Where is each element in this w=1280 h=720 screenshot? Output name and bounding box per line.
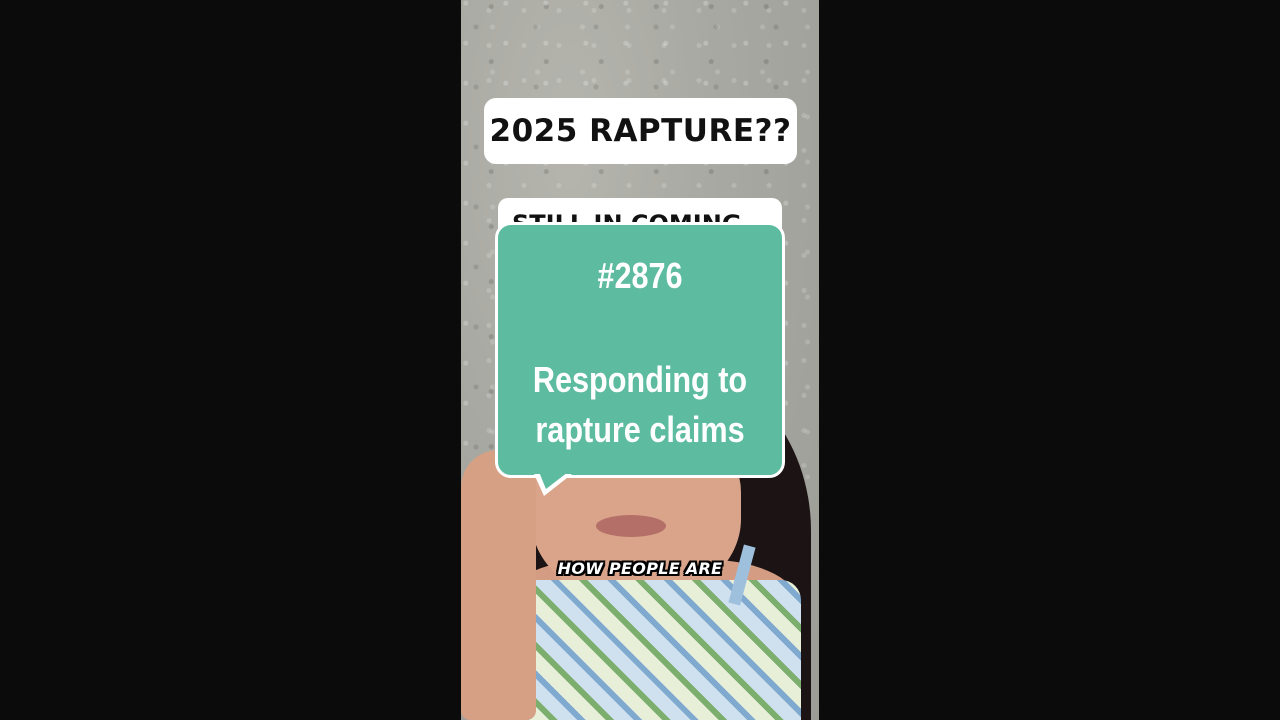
speech-bubble: #2876 Responding to rapture claims xyxy=(495,222,785,478)
bubble-number: #2876 xyxy=(597,255,683,296)
bubble-caption-line1: Responding to xyxy=(532,359,748,400)
person-lips xyxy=(596,515,666,537)
floral-dress xyxy=(501,580,801,720)
stage: 2025 RAPTURE?? STILL IN COMING #2876 Res… xyxy=(0,0,1280,720)
subtitle-caption: HOW PEOPLE ARE xyxy=(557,559,723,578)
title-banner: 2025 RAPTURE?? xyxy=(484,98,797,164)
speech-bubble-tail xyxy=(539,472,568,489)
bubble-caption-line2: rapture claims xyxy=(535,409,745,450)
bubble-caption: Responding to rapture claims xyxy=(519,355,760,455)
person-hand xyxy=(461,450,536,720)
